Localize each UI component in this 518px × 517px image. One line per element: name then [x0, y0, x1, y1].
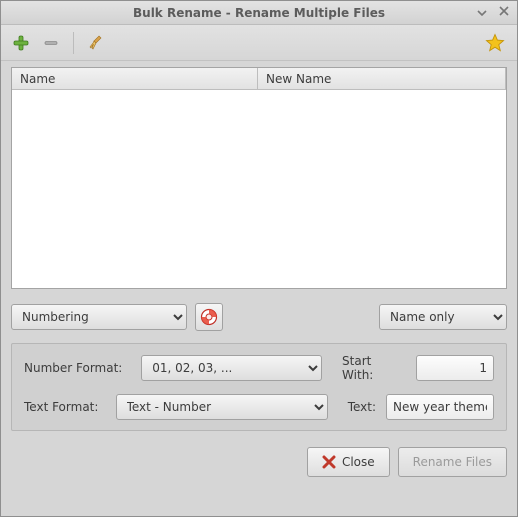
- star-icon: [485, 33, 505, 53]
- number-format-label: Number Format:: [24, 361, 131, 375]
- column-new-name[interactable]: New Name: [258, 68, 506, 89]
- close-button[interactable]: Close: [307, 447, 390, 477]
- app-window: Bulk Rename - Rename Multiple Files: [0, 0, 518, 517]
- list-body: [12, 90, 506, 288]
- start-with-input[interactable]: [416, 355, 494, 381]
- remove-files-button[interactable]: [39, 31, 63, 55]
- text-input[interactable]: [386, 394, 494, 420]
- start-with-label: Start With:: [342, 354, 406, 382]
- content-area: Name New Name Numbering Name only: [1, 61, 517, 516]
- toolbar-separator: [73, 32, 74, 54]
- rename-files-button: Rename Files: [398, 447, 507, 477]
- button-bar: Close Rename Files: [11, 447, 507, 481]
- broom-icon: [87, 34, 105, 52]
- text-format-row: Text Format: Text - Number Text:: [24, 394, 494, 420]
- favorite-button[interactable]: [483, 31, 507, 55]
- clear-button[interactable]: [84, 31, 108, 55]
- scope-select[interactable]: Name only: [379, 304, 507, 330]
- window-title: Bulk Rename - Rename Multiple Files: [133, 6, 385, 20]
- column-name[interactable]: Name: [12, 68, 258, 89]
- close-button-label: Close: [342, 455, 375, 469]
- mode-row: Numbering Name only: [11, 303, 507, 331]
- text-format-select[interactable]: Text - Number: [116, 394, 328, 420]
- help-button[interactable]: [195, 303, 223, 331]
- number-format-row: Number Format: 01, 02, 03, ... Start Wit…: [24, 354, 494, 382]
- text-label: Text:: [348, 400, 376, 414]
- close-icon: [322, 455, 336, 469]
- minimize-button[interactable]: [475, 4, 489, 18]
- add-files-button[interactable]: [9, 31, 33, 55]
- close-window-button[interactable]: [497, 4, 511, 18]
- list-header: Name New Name: [12, 68, 506, 90]
- minus-icon: [42, 34, 60, 52]
- file-list[interactable]: Name New Name: [11, 67, 507, 289]
- rename-mode-select[interactable]: Numbering: [11, 304, 187, 330]
- text-format-label: Text Format:: [24, 400, 106, 414]
- plus-icon: [12, 34, 30, 52]
- toolbar: [1, 25, 517, 61]
- window-controls: [475, 4, 511, 18]
- options-pane: Number Format: 01, 02, 03, ... Start Wit…: [11, 343, 507, 431]
- lifebuoy-icon: [200, 308, 218, 326]
- rename-files-button-label: Rename Files: [413, 455, 492, 469]
- number-format-select[interactable]: 01, 02, 03, ...: [141, 355, 322, 381]
- titlebar: Bulk Rename - Rename Multiple Files: [1, 1, 517, 25]
